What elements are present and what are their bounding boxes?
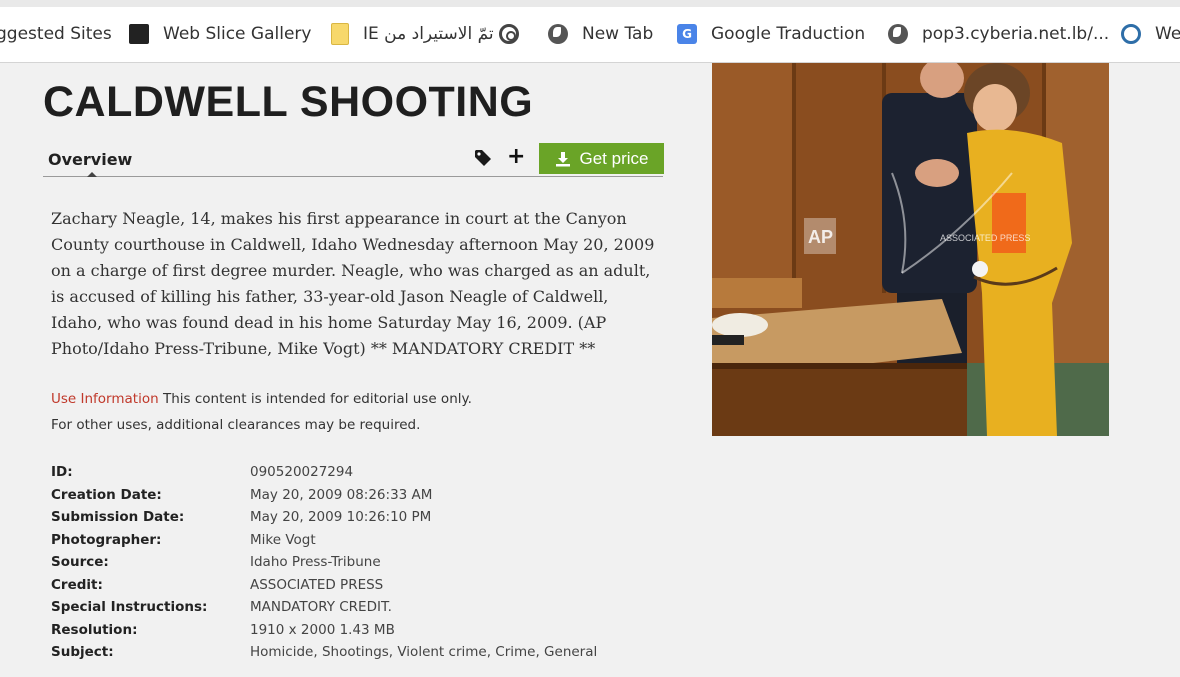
- metadata-row-submission-date: Submission Date: May 20, 2009 10:26:10 P…: [51, 509, 671, 531]
- metadata-value: May 20, 2009 10:26:10 PM: [250, 509, 432, 525]
- globe-icon: [888, 24, 908, 44]
- metadata-value: Homicide, Shootings, Violent crime, Crim…: [250, 644, 598, 660]
- bookmark-google-traduction[interactable]: G Google Traduction: [677, 22, 865, 46]
- bookmark-suggested-sites[interactable]: ggested Sites: [0, 22, 112, 46]
- bookmark-label: New Tab: [582, 24, 654, 44]
- metadata-row-credit: Credit: ASSOCIATED PRESS: [51, 577, 671, 599]
- metadata-value: ASSOCIATED PRESS: [250, 576, 384, 593]
- page-title: CALDWELL SHOOTING: [43, 78, 534, 126]
- bookmarks-bar: ggested Sites Web Slice Gallery IE تمّ ا…: [0, 0, 1180, 63]
- metadata-row-resolution: Resolution: 1910 x 2000 1.43 MB: [51, 622, 671, 644]
- bookmark-label: We: [1155, 24, 1180, 44]
- use-information-text-2: For other uses, additional clearances ma…: [51, 417, 421, 433]
- get-price-label: Get price: [579, 148, 649, 168]
- photo-description: Zachary Neagle, 14, makes his first appe…: [51, 209, 655, 358]
- web-slice-icon: [129, 24, 149, 44]
- download-icon: [555, 151, 570, 166]
- wave-icon: [1121, 24, 1141, 44]
- bookmark-we[interactable]: We: [1121, 22, 1180, 46]
- bookmark-new-tab[interactable]: New Tab: [548, 22, 653, 46]
- metadata-value: May 20, 2009 08:26:33 AM: [250, 486, 433, 503]
- metadata-value: 1910 x 2000 1.43 MB: [250, 621, 395, 638]
- metadata-row-special-instructions: Special Instructions: MANDATORY CREDIT.: [51, 599, 671, 621]
- tab-active-indicator: [87, 172, 97, 177]
- bookmark-label: IE تمّ الاستيراد من: [363, 24, 494, 44]
- tag-icon[interactable]: [474, 149, 492, 167]
- metadata-key: Special Instructions:: [51, 599, 208, 615]
- metadata-key: Credit:: [51, 576, 103, 593]
- metadata-key: Source:: [51, 554, 109, 570]
- bookmark-label: ggested Sites: [0, 24, 112, 44]
- bookmark-pop3-cyberia[interactable]: pop3.cyberia.net.lb/...: [888, 22, 1109, 46]
- use-information-link[interactable]: Use Information: [51, 391, 159, 407]
- metadata-value: Idaho Press-Tribune: [250, 554, 381, 570]
- browser-top-strip: [0, 0, 1180, 7]
- metadata-key: Subject:: [51, 644, 114, 660]
- metadata-value: 090520027294: [250, 464, 354, 480]
- bookmark-label: pop3.cyberia.net.lb/...: [922, 24, 1110, 44]
- news-photo[interactable]: AP ASSOCIATED PRESS: [712, 63, 1109, 436]
- bookmark-label: Web Slice Gallery: [163, 24, 312, 44]
- metadata-key: Submission Date:: [51, 509, 185, 525]
- metadata-value: Mike Vogt: [250, 531, 316, 548]
- metadata-key: Creation Date:: [51, 486, 162, 503]
- metadata-key: Resolution:: [51, 621, 138, 638]
- bookmark-target[interactable]: [499, 22, 533, 46]
- metadata-key: ID:: [51, 464, 73, 480]
- globe-icon: [548, 24, 568, 44]
- tab-overview[interactable]: Overview: [48, 150, 132, 169]
- metadata-value: MANDATORY CREDIT.: [250, 599, 392, 615]
- get-price-button[interactable]: Get price: [539, 143, 664, 174]
- metadata-row-source: Source: Idaho Press-Tribune: [51, 554, 671, 576]
- metadata-row-creation-date: Creation Date: May 20, 2009 08:26:33 AM: [51, 487, 671, 509]
- google-translate-icon: G: [677, 24, 697, 44]
- add-to-lightbox-icon[interactable]: +: [507, 146, 525, 168]
- metadata-row-photographer: Photographer: Mike Vogt: [51, 532, 671, 554]
- bookmark-label: Google Traduction: [711, 24, 866, 44]
- bookmark-imported-from-ie[interactable]: IE تمّ الاستيراد من: [331, 22, 494, 46]
- target-icon: [499, 24, 519, 44]
- metadata-row-id: ID: 090520027294: [51, 464, 671, 486]
- use-information: Use Information This content is intended…: [51, 386, 472, 438]
- folder-icon: [331, 23, 349, 45]
- bookmark-web-slice-gallery[interactable]: Web Slice Gallery: [129, 22, 311, 46]
- metadata-key: Photographer:: [51, 531, 162, 548]
- metadata-row-subject: Subject: Homicide, Shootings, Violent cr…: [51, 644, 671, 666]
- use-information-text: This content is intended for editorial u…: [162, 391, 472, 407]
- photo-watermark: AP: [808, 227, 833, 247]
